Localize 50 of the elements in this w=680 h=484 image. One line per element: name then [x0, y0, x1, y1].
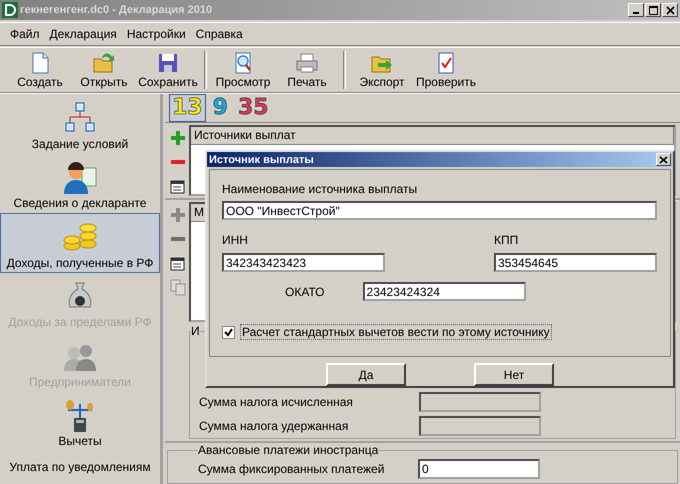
minimize-icon	[633, 12, 639, 14]
field-label: Сумма налога удержанная	[199, 419, 350, 433]
window-title: гекнегенгенг.dc0 - Декларация 2010	[20, 4, 212, 16]
maximize-button[interactable]	[645, 3, 661, 17]
minimize-button[interactable]	[628, 3, 644, 17]
checkbox-label[interactable]: Расчет стандартных вычетов вести по этому источнику	[240, 324, 552, 340]
field-label: Сумма налога исчисленная	[199, 395, 354, 409]
column-header[interactable]: Источники выплат	[191, 127, 674, 144]
checkbox[interactable]	[222, 326, 235, 339]
menu-item[interactable]: Декларация	[50, 27, 117, 41]
toolbar-button[interactable]: Просмотр	[211, 51, 275, 89]
input-field[interactable]: ООО "ИнвестСтрой"	[222, 201, 657, 220]
dialog-title: Источник выплаты	[209, 154, 314, 166]
person-icon	[62, 160, 98, 196]
maximize-icon	[648, 6, 658, 14]
input-field[interactable]: 0	[418, 459, 540, 479]
checkmark-icon	[224, 328, 233, 337]
field-label: Сумма фиксированных платежей	[198, 462, 386, 476]
folder-icon	[92, 51, 116, 75]
menu-item[interactable]: Настройки	[126, 27, 186, 41]
input-field[interactable]: 342343423423	[222, 253, 385, 272]
menu-item[interactable]: Файл	[10, 27, 40, 41]
sidebar-item[interactable]: Уплата по уведомлениям	[0, 451, 160, 484]
toolbar-button[interactable]: Проверить	[414, 51, 478, 89]
menu-item[interactable]: Справка	[196, 27, 243, 41]
dialog-button[interactable]: Да	[326, 363, 406, 386]
close-button[interactable]	[656, 153, 671, 166]
app-logo-icon	[2, 2, 18, 18]
toolbar-button[interactable]: Открыть	[72, 51, 136, 89]
field-label: ИНН	[222, 233, 249, 248]
field-label: ОКАТО	[285, 284, 325, 299]
toolbar-button[interactable]: Печать	[275, 51, 339, 89]
group-title: Авансовые платежи иностранца	[198, 443, 378, 457]
sidebar-item[interactable]: Доходы, полученные в РФ	[0, 213, 160, 273]
input-field[interactable]: 353454645	[494, 253, 657, 272]
field-label: КПП	[494, 233, 520, 248]
group-title: И	[191, 324, 200, 338]
field-label: Наименование источника выплаты	[222, 182, 418, 196]
dialog-button[interactable]: Нет	[474, 363, 554, 386]
input-field[interactable]: 23423424324	[362, 282, 526, 302]
printer-icon	[295, 51, 319, 75]
sidebar-item[interactable]: Вычеты	[0, 392, 160, 452]
sidebar-item[interactable]: Задание условий	[0, 94, 160, 154]
close-icon	[666, 6, 674, 14]
close-icon	[659, 156, 668, 164]
sidebar-item[interactable]: Сведения о декларанте	[0, 154, 160, 214]
toolbar-button[interactable]: Создать	[8, 51, 72, 89]
toolbar-button[interactable]: Сохранить	[136, 51, 200, 89]
close-button[interactable]	[662, 3, 678, 17]
toolbar-button[interactable]: Экспорт	[350, 51, 414, 89]
